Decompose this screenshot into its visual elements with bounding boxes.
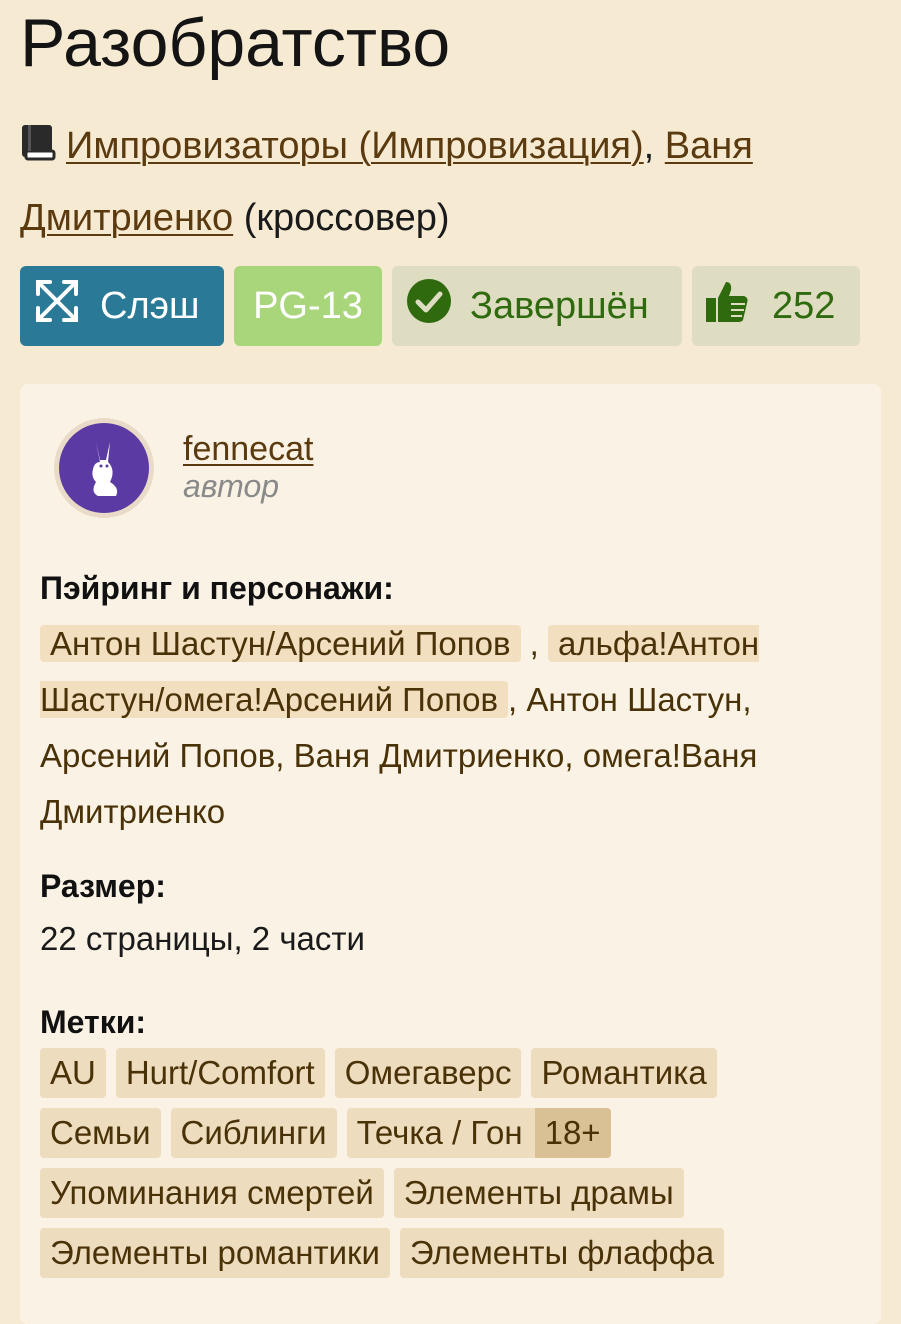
thumbs-up-icon [704, 278, 750, 334]
tag-omegaverse[interactable]: Омегаверс [334, 1048, 522, 1098]
tag-drama-elements[interactable]: Элементы драмы [393, 1168, 684, 1218]
page-title: Разобратство [20, 5, 451, 81]
tag-au[interactable]: AU [40, 1048, 106, 1098]
fandom-line: Импровизаторы (Импровизация), Ваня Дмитр… [20, 112, 880, 252]
rating-label: PG-13 [253, 284, 363, 327]
tags-list: AU Hurt/Comfort Омегаверс Романтика Семь… [40, 1048, 860, 1288]
fic-info-card: fennecat автор Пэйринг и персонажи: Анто… [20, 384, 881, 1324]
tag-romance-elements[interactable]: Элементы романтики [40, 1228, 390, 1278]
tag-families[interactable]: Семьи [40, 1108, 161, 1158]
rating-badge[interactable]: PG-13 [234, 266, 382, 346]
tag-heat-rut[interactable]: Течка / Гон 18+ [346, 1108, 611, 1158]
fandom-separator: , [643, 125, 655, 167]
tags-row: Семьи Сиблинги Течка / Гон 18+ [40, 1108, 860, 1168]
tags-row: Упоминания смертей Элементы драмы [40, 1168, 860, 1228]
tag-siblings[interactable]: Сиблинги [170, 1108, 337, 1158]
tags-label: Метки: [40, 1004, 147, 1040]
direction-badge[interactable]: Слэш [20, 266, 224, 346]
avatar[interactable] [54, 418, 154, 518]
status-badge[interactable]: Завершён [392, 266, 682, 346]
likes-badge[interactable]: 252 [692, 266, 860, 346]
book-icon [20, 116, 58, 184]
tag-heat-rut-label: Течка / Гон [356, 1114, 523, 1151]
pairing-label: Пэйринг и персонажи: [40, 570, 394, 606]
check-circle-icon [406, 278, 452, 334]
direction-label: Слэш [100, 284, 200, 327]
tag-fluff-elements[interactable]: Элементы флаффа [399, 1228, 725, 1278]
tags-row: Элементы романтики Элементы флаффа [40, 1228, 860, 1288]
tag-death-mentions[interactable]: Упоминания смертей [40, 1168, 384, 1218]
size-label: Размер: [40, 868, 166, 904]
tags-row: AU Hurt/Comfort Омегаверс Романтика [40, 1048, 860, 1108]
fandom-crossover-note: (кроссовер) [243, 197, 450, 239]
adult-tag-marker: 18+ [534, 1108, 611, 1158]
size-value: 22 страницы, 2 части [40, 920, 365, 957]
crossed-arrows-icon [32, 276, 82, 336]
fennec-avatar-icon [59, 423, 149, 513]
author-name-link[interactable]: fennecat [183, 430, 313, 469]
tag-romance[interactable]: Романтика [531, 1048, 717, 1098]
status-label: Завершён [470, 284, 649, 327]
fandom-link-improv[interactable]: Импровизаторы (Импровизация) [66, 125, 644, 167]
pairing-list: Антон Шастун/Арсений Попов , альфа!Антон… [40, 625, 760, 830]
likes-count: 252 [772, 284, 836, 327]
tag-hurt-comfort[interactable]: Hurt/Comfort [115, 1048, 325, 1098]
author-role: автор [183, 468, 280, 504]
pairing-link-main[interactable]: Антон Шастун/Арсений Попов [40, 625, 521, 662]
